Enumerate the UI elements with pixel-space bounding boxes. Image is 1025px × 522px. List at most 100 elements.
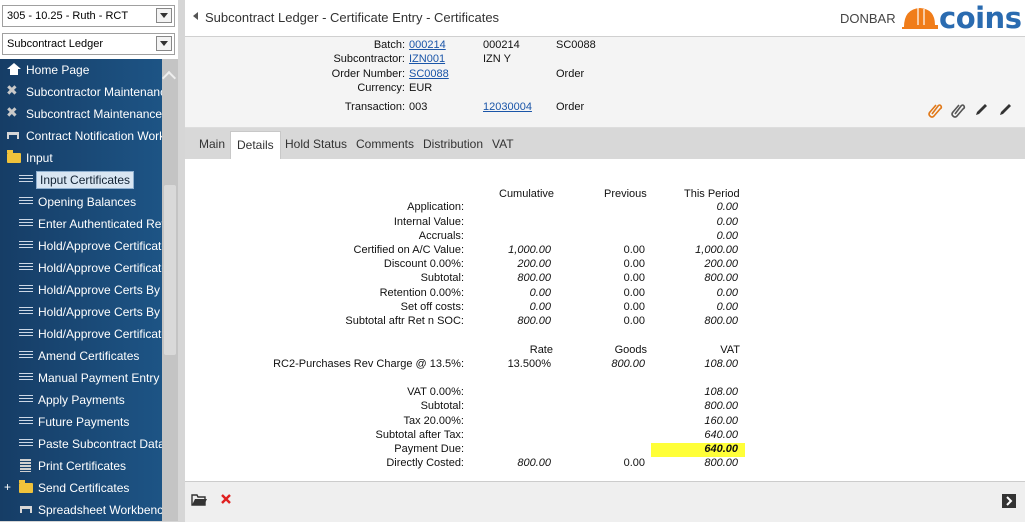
list-icon [19, 415, 33, 428]
row-label-subtotal-after-ret: Subtotal aftr Ret n SOC: [345, 315, 464, 327]
list-icon [19, 349, 33, 362]
nav-item-apply-payments[interactable]: Apply Payments [0, 389, 162, 411]
nav-item-manual-payment-entry[interactable]: Manual Payment Entry [0, 367, 162, 389]
nav-item-subcontractor-maintenance[interactable]: Subcontractor Maintenance [0, 81, 162, 103]
nav-item-hold-approve-3[interactable]: Hold/Approve Certificates [0, 323, 162, 345]
nav-item-hold-approve-by-2[interactable]: Hold/Approve Certs By [0, 301, 162, 323]
edit-pencil-icon[interactable] [973, 102, 989, 118]
nav-item-label: Hold/Approve Certs By [38, 283, 161, 297]
coins-logo: coins [900, 1, 1022, 35]
nav-item-input-certificates[interactable]: Input Certificates [0, 169, 162, 191]
col-header-cumulative: Cumulative [499, 188, 555, 200]
tab-distribution[interactable]: Distribution [417, 131, 489, 159]
nav-item-print-certificates[interactable]: Print Certificates [0, 455, 162, 477]
transaction-type: Order [556, 101, 585, 113]
page-title: Subcontract Ledger - Certificate Entry -… [205, 10, 500, 25]
nav-item-hold-approve-2[interactable]: Hold/Approve Certificates [0, 257, 162, 279]
transaction-link[interactable]: 12030004 [483, 101, 532, 113]
cumulative-directly-costed: 800.00 [517, 457, 551, 469]
order-type: Order [556, 68, 585, 80]
list-icon [19, 437, 33, 450]
transaction-value: 003 [409, 101, 428, 113]
row-label-internal-value: Internal Value: [393, 216, 464, 228]
nav-item-spreadsheet-workbench[interactable]: Spreadsheet Workbench [0, 499, 162, 521]
this-period-internal-value: 0.00 [716, 216, 738, 228]
nav-item-input[interactable]: Input [0, 147, 162, 169]
delete-icon[interactable] [220, 493, 232, 505]
scrollbar-thumb[interactable] [164, 185, 176, 355]
summary-vat: 108.00 [704, 386, 738, 398]
row-label-set-off-costs: Set off costs: [400, 301, 464, 313]
open-folder-icon[interactable] [191, 493, 207, 507]
nav-item-amend-certificates[interactable]: Amend Certificates [0, 345, 162, 367]
home-icon [7, 63, 21, 76]
summary-label-directly-costed: Directly Costed: [386, 457, 464, 469]
attachment-icon[interactable] [927, 102, 943, 118]
nav-item-hold-approve-by-1[interactable]: Hold/Approve Certs By [0, 279, 162, 301]
subcontractor-link[interactable]: IZN001 [409, 53, 445, 65]
paperclip-icon[interactable] [950, 102, 966, 118]
company-selector[interactable]: 305 - 10.25 - Ruth - RCT [2, 5, 175, 27]
nav-item-label: Input Certificates [36, 171, 135, 189]
print-icon [19, 459, 33, 472]
details-panel: Cumulative Previous This Period Applicat… [185, 159, 1025, 481]
list-icon [19, 371, 33, 384]
chevron-down-icon[interactable] [156, 36, 172, 51]
folder-icon [19, 480, 33, 493]
list-icon [19, 283, 33, 296]
col-header-previous: Previous [604, 188, 647, 200]
navigation-menu: Home Page Subcontractor Maintenance Subc… [0, 59, 162, 521]
nav-item-label: Opening Balances [38, 195, 137, 209]
nav-item-opening-balances[interactable]: Opening Balances [0, 191, 162, 213]
row-label-application: Application: [407, 201, 464, 213]
nav-item-home-page[interactable]: Home Page [0, 59, 162, 81]
summary-subtotal: 800.00 [704, 400, 738, 412]
nav-item-contract-notification[interactable]: Contract Notification Workbench [0, 125, 162, 147]
nav-item-label: Spreadsheet Workbench [38, 503, 162, 517]
tab-comments[interactable]: Comments [350, 131, 420, 159]
edit-pencil-icon[interactable] [997, 102, 1013, 118]
nav-item-label: Subcontractor Maintenance [26, 85, 162, 99]
nav-item-subcontract-maintenance[interactable]: Subcontract Maintenance [0, 103, 162, 125]
main-panel: Subcontract Ledger - Certificate Entry -… [185, 0, 1025, 522]
back-arrow-icon[interactable] [193, 12, 198, 20]
workbench-icon [6, 129, 20, 142]
nav-item-paste-subcontract-data[interactable]: Paste Subcontract Data [0, 433, 162, 455]
list-icon [19, 173, 33, 186]
chevron-down-icon[interactable] [156, 8, 172, 23]
module-selector[interactable]: Subcontract Ledger [2, 33, 175, 55]
previous-subtotal-after-ret: 0.00 [623, 315, 645, 327]
currency-value: EUR [409, 82, 433, 94]
summary-subtotal-after-tax: 640.00 [704, 429, 738, 441]
subcontractor-name: IZN Y [483, 53, 511, 65]
nav-item-hold-approve-1[interactable]: Hold/Approve Certificates [0, 235, 162, 257]
this-period-certified: 1,000.00 [695, 244, 738, 256]
previous-subtotal: 0.00 [623, 272, 645, 284]
nav-item-future-payments[interactable]: Future Payments [0, 411, 162, 433]
vat-header-vat: VAT [720, 344, 740, 356]
tools-icon [6, 82, 20, 99]
scroll-up-icon[interactable] [164, 73, 174, 81]
nav-item-label: Apply Payments [38, 393, 125, 407]
payment-due-value: 640.00 [704, 443, 738, 455]
sidebar-scrollbar[interactable] [162, 59, 178, 521]
order-number-link[interactable]: SC0088 [409, 68, 449, 80]
cumulative-subtotal: 800.00 [517, 272, 551, 284]
vat-header-rate: Rate [529, 344, 553, 356]
nav-item-label: Input [26, 151, 53, 165]
expand-icon[interactable]: + [4, 480, 11, 494]
tab-details[interactable]: Details [230, 131, 281, 159]
batch-link[interactable]: 000214 [409, 39, 446, 51]
company-name: DONBAR [840, 11, 896, 26]
tab-vat[interactable]: VAT [486, 131, 520, 159]
nav-item-enter-authenticated-returns[interactable]: Enter Authenticated Returns [0, 213, 162, 235]
sidebar: 305 - 10.25 - Ruth - RCT Subcontract Led… [0, 0, 178, 521]
tab-hold-status[interactable]: Hold Status [279, 131, 353, 159]
cumulative-subtotal-after-ret: 800.00 [517, 315, 551, 327]
tab-main[interactable]: Main [193, 131, 231, 159]
nav-item-label: Amend Certificates [38, 349, 140, 363]
chevron-right-icon[interactable] [1002, 494, 1016, 508]
vat-row-vat: 108.00 [704, 358, 738, 370]
nav-item-label: Hold/Approve Certificates [38, 327, 162, 341]
nav-item-send-certificates[interactable]: + Send Certificates [0, 477, 162, 499]
